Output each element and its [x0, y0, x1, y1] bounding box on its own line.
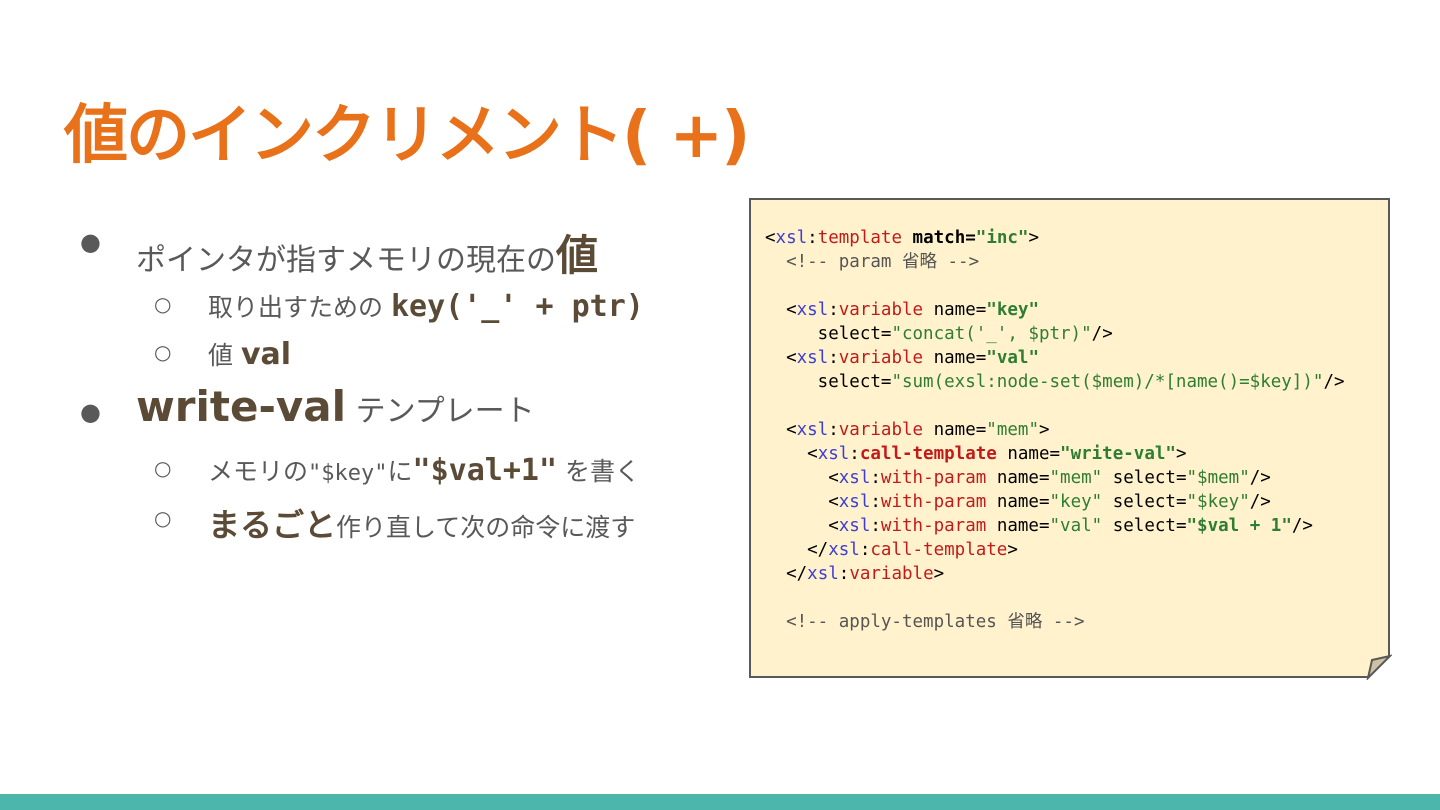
inline-code: "$val+1"	[412, 453, 558, 488]
sub-bullet-text: メモリの	[208, 457, 309, 486]
bullet-emphasis: write-val	[136, 382, 347, 431]
sub-bullet-dot: ○	[154, 506, 172, 530]
sub-bullet-text: を書く	[557, 457, 640, 486]
sub-bullet-dot: ○	[154, 292, 172, 316]
inline-code: key('_' + ptr)	[390, 289, 644, 324]
sub-bullet-text: 取り出すための	[208, 293, 391, 322]
sub-bullet-dot: ○	[154, 340, 172, 364]
note-folded-corner	[1366, 654, 1392, 680]
bullet-dot: ●	[80, 228, 101, 256]
code-comment: <!-- apply-templates 省略 -->	[786, 612, 1085, 632]
bullet-text: ポインタが指すメモリの現在の	[136, 243, 556, 278]
sub-bullet-dot: ○	[154, 456, 172, 480]
inline-code: "$key"	[308, 461, 388, 486]
bullet-emphasis: 値	[556, 231, 599, 280]
sub-bullet-text: 作り直して次の命令に渡す	[336, 513, 636, 542]
sub-bullet-emphasis: val	[240, 337, 292, 372]
footer-accent-bar	[0, 794, 1440, 810]
sub-bullet-emphasis: まるごと	[208, 506, 337, 544]
code-comment: <!-- param 省略 -->	[786, 252, 980, 272]
code-listing: <xsl:template match="inc"> <!-- param 省略…	[765, 228, 1345, 632]
bullet-text: テンプレート	[346, 394, 535, 429]
sub-bullet-text: に	[387, 457, 413, 486]
sub-bullet-text: 値	[208, 341, 241, 370]
code-note-box: <xsl:template match="inc"> <!-- param 省略…	[749, 198, 1390, 678]
bullet-dot: ●	[80, 398, 101, 426]
slide-title: 値のインクリメント( +)	[64, 99, 750, 173]
